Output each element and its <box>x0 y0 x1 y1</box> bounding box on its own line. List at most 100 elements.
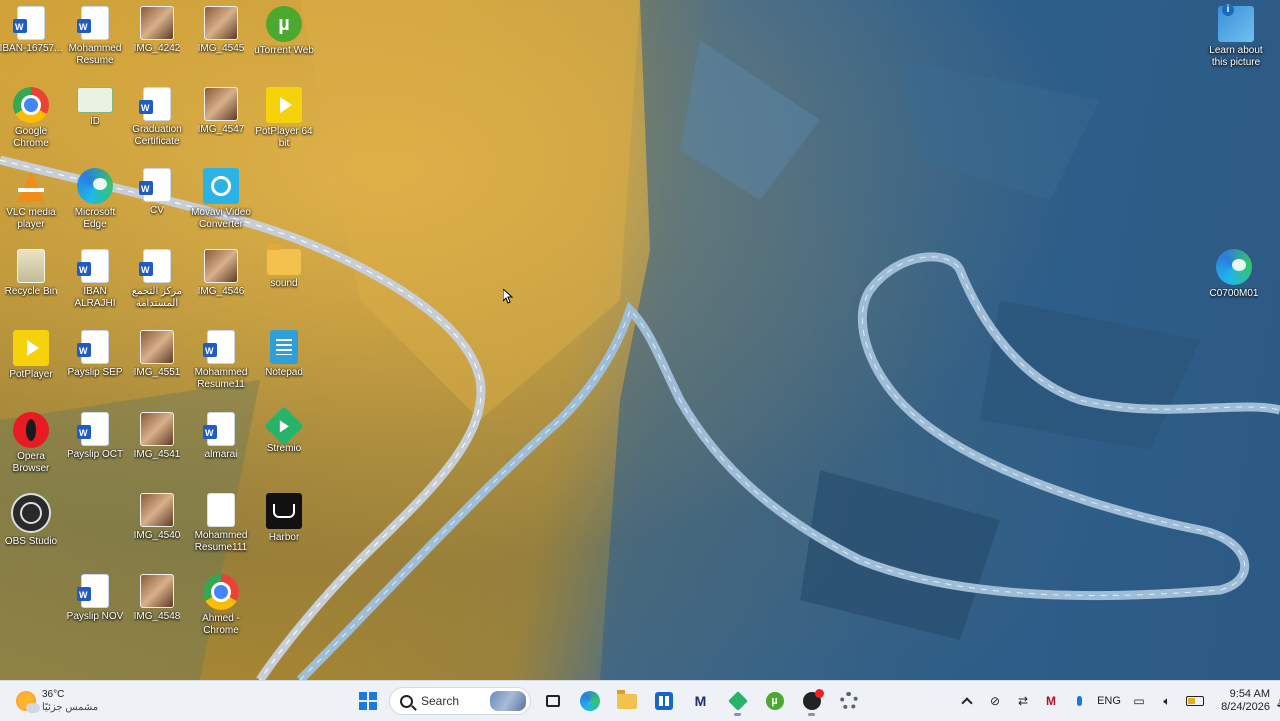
desktop-icon[interactable]: W IBAN ALRAJHI <box>63 245 127 323</box>
desktop-icon[interactable]: W Payslip OCT <box>63 408 127 486</box>
learn-about-picture-shortcut[interactable]: Learn about this picture <box>1204 2 1268 80</box>
desktop-icon-label: Opera Browser <box>12 451 50 474</box>
desktop-icon[interactable]: W IBAN-16757... <box>0 2 63 80</box>
desktop-icon-label: Mohammed Resume <box>68 43 122 66</box>
desktop-icon[interactable]: PotPlayer 64 bit <box>252 83 316 161</box>
tray-transfer-icon[interactable]: ⇄ <box>1010 685 1036 717</box>
clock-time: 9:54 AM <box>1229 688 1270 700</box>
desktop-icon[interactable]: OBS Studio <box>0 489 63 567</box>
c0700m01-shortcut[interactable]: C0700M01 <box>1202 245 1266 323</box>
desktop-icon[interactable]: Notepad <box>252 326 316 404</box>
desktop-icon-label: IMG_4547 <box>197 124 245 135</box>
desktop-icon[interactable]: VLC media player <box>0 164 63 242</box>
desktop-icon[interactable]: Movavi Video Converter <box>189 164 253 242</box>
desktop-icon[interactable]: sound <box>252 244 316 323</box>
taskbar-file-explorer[interactable] <box>611 685 642 717</box>
desktop-icon[interactable]: Harbor <box>252 489 316 567</box>
desktop-icon[interactable]: W Mohammed Resume <box>63 2 127 80</box>
desktop-icon[interactable]: IMG_4548 <box>125 570 189 648</box>
desktop-icon[interactable]: IMG_4540 <box>125 489 189 567</box>
desktop-icon[interactable]: Stremio <box>252 406 316 486</box>
desktop-icon[interactable]: Walmarai <box>189 408 253 486</box>
desktop-icon[interactable]: IMG_4551 <box>125 326 189 404</box>
word-doc-icon: W <box>77 6 109 40</box>
taskbar-apps: Search M µ <box>352 685 864 717</box>
potplayer-icon <box>13 330 49 366</box>
desktop-icon[interactable]: Ahmed - Chrome <box>189 570 253 648</box>
tray-m-icon[interactable]: M <box>1038 685 1064 717</box>
potplayer-icon <box>266 87 302 123</box>
desktop-icon[interactable]: W Mohammed Resume11 <box>189 326 253 404</box>
clock[interactable]: 9:54 AM 8/24/2026 <box>1214 688 1270 714</box>
task-view-button[interactable] <box>537 685 568 717</box>
recycle-bin-icon <box>17 249 45 283</box>
taskbar-stremio[interactable] <box>722 685 753 717</box>
word-doc-icon: W <box>77 574 109 608</box>
taskbar-search[interactable]: Search <box>389 687 531 715</box>
utorrent-icon: µ <box>765 692 784 710</box>
harbor-icon <box>266 493 302 529</box>
desktop-icon[interactable]: Microsoft Edge <box>63 164 127 242</box>
desktop-icon[interactable]: W Graduation Certificate <box>125 83 189 161</box>
desktop-icon[interactable]: ID <box>63 83 127 161</box>
desktop-icon-label: Notepad <box>265 367 303 378</box>
desktop-icon[interactable]: W Payslip NOV <box>63 570 127 648</box>
desktop-icon-label: sound <box>270 278 298 289</box>
show-hidden-icons-button[interactable] <box>954 685 980 717</box>
stremio-icon <box>727 691 748 711</box>
edge-icon <box>1216 249 1252 285</box>
desktop-icon[interactable]: IMG_4547 <box>189 83 253 161</box>
taskbar: 36°C مشمس جزئيًا Search M µ ⊘ ⇄ M ENG ▭ … <box>0 680 1280 721</box>
photo-icon <box>140 574 174 608</box>
taskbar-settings[interactable] <box>833 685 864 717</box>
desktop-icon[interactable]: W CV <box>125 164 189 242</box>
weather-widget[interactable]: 36°C مشمس جزئيًا <box>16 685 98 717</box>
desktop-icon-label: Payslip OCT <box>66 449 124 460</box>
desktop-icon-label: IBAN ALRAJHI <box>74 286 116 309</box>
notifications-button[interactable]: 🔔︎ <box>1272 685 1280 717</box>
desktop-icon[interactable]: µ uTorrent Web <box>252 2 316 80</box>
taskbar-m-app[interactable]: M <box>685 685 716 717</box>
start-button[interactable] <box>352 685 383 717</box>
taskbar-store[interactable] <box>648 685 679 717</box>
word-doc-icon: W <box>139 168 171 202</box>
photo-icon <box>140 330 174 364</box>
desktop-icon[interactable]: IMG_4546 <box>189 245 253 323</box>
taskbar-edge[interactable] <box>574 685 605 717</box>
desktop-icon[interactable]: IMG_4545 <box>189 2 253 80</box>
desktop-icon-label: IMG_4242 <box>133 43 181 54</box>
mouse-cursor-icon <box>503 289 514 304</box>
battery-button[interactable] <box>1182 685 1208 717</box>
file-explorer-icon <box>616 689 637 709</box>
volume-icon[interactable]: 🔈︎ <box>1154 685 1180 717</box>
tray-mic-button[interactable] <box>1066 685 1092 717</box>
desktop-icon-label: Recycle Bin <box>4 286 58 297</box>
desktop-icon-label: Graduation Certificate <box>132 124 182 147</box>
desktop-icon-label: Movavi Video Converter <box>191 207 251 230</box>
desktop-icon-label: PotPlayer <box>9 369 53 380</box>
m-app-icon: M <box>694 693 707 709</box>
word-doc-icon: W <box>77 412 109 446</box>
microsoft-store-icon <box>654 692 673 710</box>
desktop-icon[interactable]: PotPlayer <box>0 326 63 404</box>
search-icon <box>400 694 413 708</box>
desktop-icon[interactable]: IMG_4242 <box>125 2 189 80</box>
word-doc-icon: W <box>77 249 109 283</box>
desktop-icon[interactable]: Mohammed Resume111 <box>189 489 253 567</box>
desktop-icon[interactable]: IMG_4541 <box>125 408 189 486</box>
network-icon[interactable]: ▭ <box>1126 685 1152 717</box>
desktop-icon-label: Google Chrome <box>13 126 49 149</box>
desktop-icon[interactable]: W مركز التجمع المستدامة <box>125 245 189 323</box>
desktop-icon-label: PotPlayer 64 bit <box>255 126 313 149</box>
taskbar-recorder[interactable] <box>796 685 827 717</box>
desktop-icon[interactable]: W Payslip SEP <box>63 326 127 404</box>
desktop-icon[interactable]: Google Chrome <box>0 83 63 161</box>
desktop-icon[interactable]: Recycle Bin <box>0 245 63 323</box>
obs-icon <box>11 493 51 533</box>
tray-eye-off-icon[interactable]: ⊘ <box>982 685 1008 717</box>
language-indicator[interactable]: ENG <box>1094 685 1124 717</box>
chevron-up-icon <box>961 697 973 709</box>
photo-icon <box>204 249 238 283</box>
taskbar-utorrent[interactable]: µ <box>759 685 790 717</box>
desktop-icon[interactable]: Opera Browser <box>0 408 63 486</box>
